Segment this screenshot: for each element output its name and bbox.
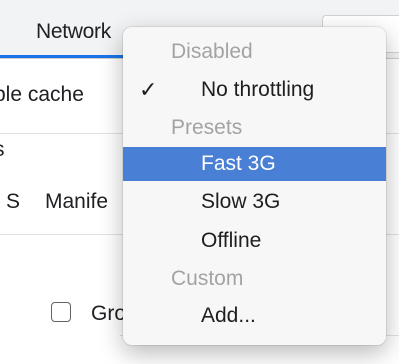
partial-label: s (0, 138, 5, 162)
menu-item-fast-3g[interactable]: Fast 3G (123, 147, 386, 181)
menu-header-custom: Custom (171, 267, 244, 290)
menu-item-offline[interactable]: Offline (123, 224, 386, 258)
group-checkbox-label[interactable]: Gro (91, 302, 126, 326)
menu-item-label: No throttling (201, 78, 315, 101)
group-checkbox[interactable] (51, 302, 71, 322)
menu-item-no-throttling[interactable]: ✓ No throttling (123, 73, 386, 107)
menu-item-add[interactable]: Add... (123, 299, 386, 333)
menu-header-disabled: Disabled (171, 40, 253, 63)
tab-network[interactable]: Network (36, 20, 111, 44)
menu-item-label: Offline (201, 229, 262, 252)
throttling-dropdown-menu: Disabled ✓ No throttling Presets Fast 3G… (123, 27, 386, 345)
filter-type-partial[interactable]: S (6, 190, 20, 214)
menu-item-slow-3g[interactable]: Slow 3G (123, 185, 386, 219)
disable-cache-label[interactable]: ble cache (0, 83, 84, 107)
menu-item-label: Add... (201, 304, 256, 327)
menu-item-label: Slow 3G (201, 190, 281, 213)
checkmark-icon: ✓ (139, 77, 158, 102)
menu-item-label: Fast 3G (201, 152, 276, 175)
filter-type-manifest[interactable]: Manife (45, 190, 108, 214)
menu-header-presets: Presets (171, 116, 243, 139)
